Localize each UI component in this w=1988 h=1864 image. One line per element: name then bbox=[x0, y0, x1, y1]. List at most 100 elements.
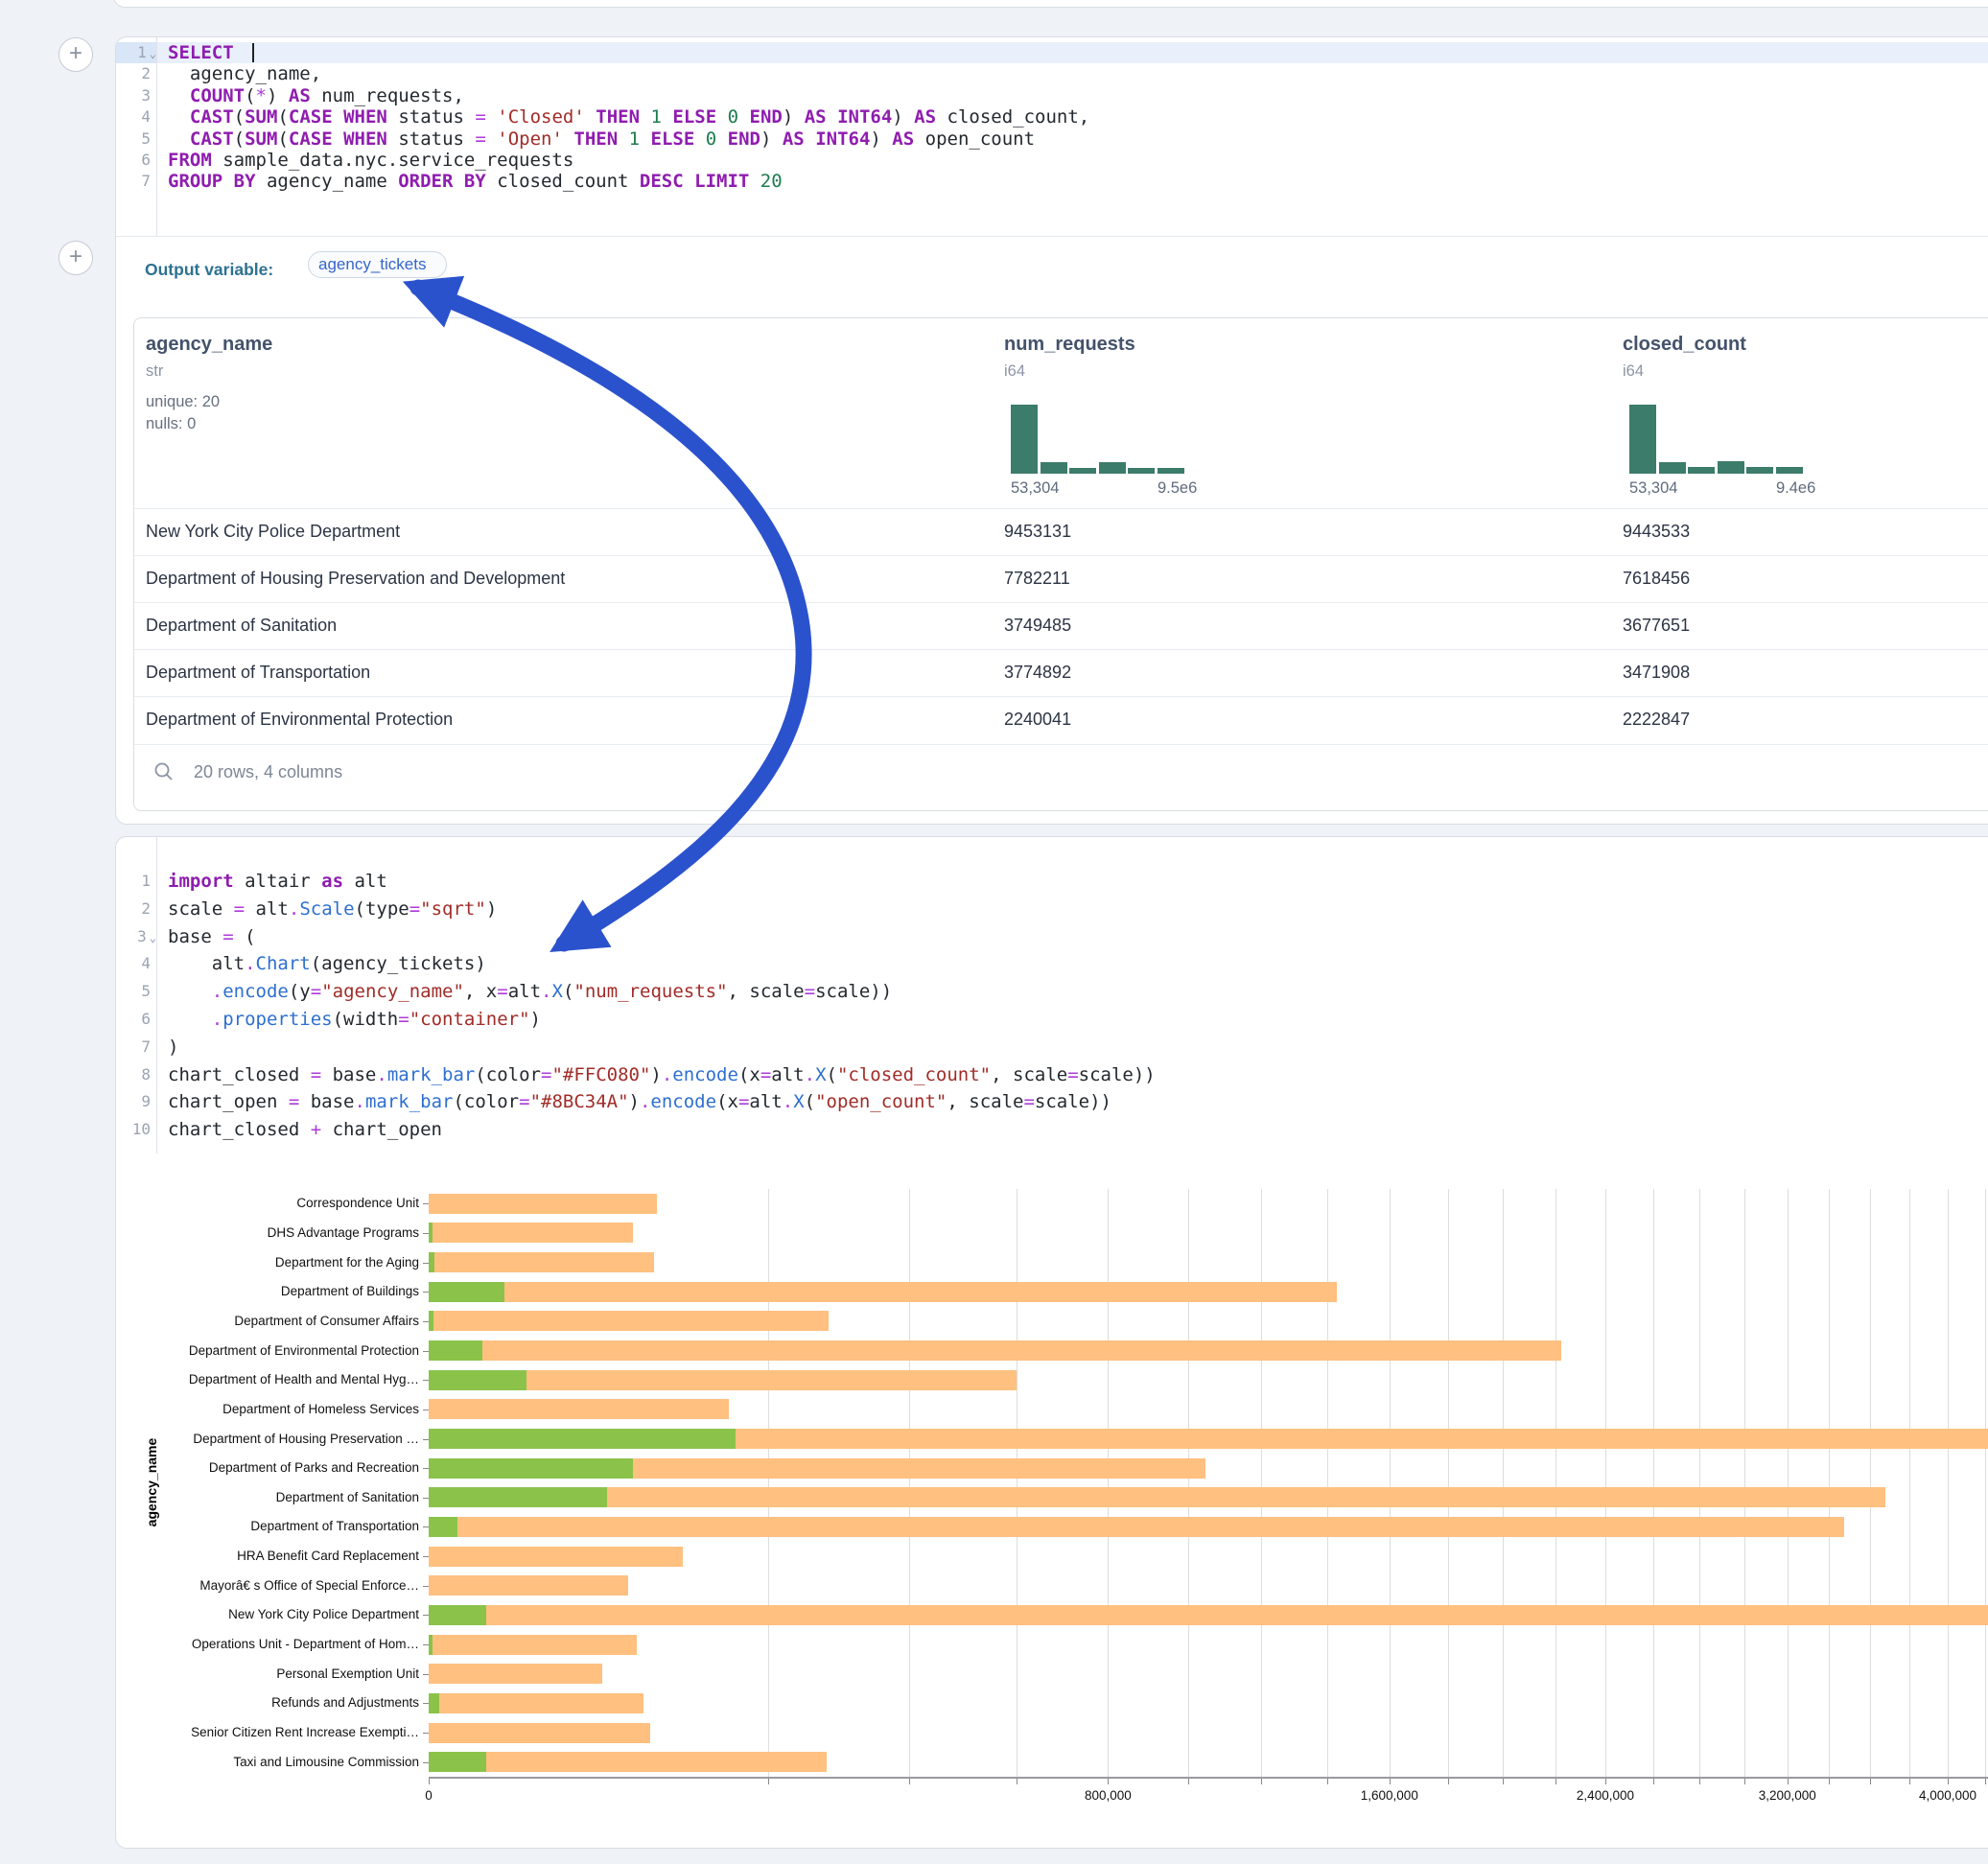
code-line[interactable]: alt.Chart(agency_tickets) bbox=[168, 950, 486, 978]
output-variable-chip[interactable]: agency_tickets bbox=[308, 251, 447, 278]
table-row[interactable]: New York City Police Department945313194… bbox=[134, 508, 1988, 555]
table-row[interactable]: Department of Transportation377489234719… bbox=[134, 649, 1988, 696]
column-name[interactable]: closed_count bbox=[1623, 334, 1746, 356]
bar-closed-count[interactable] bbox=[429, 1635, 637, 1655]
bar-closed-count[interactable] bbox=[429, 1605, 1988, 1625]
code-token: (x bbox=[738, 1064, 760, 1085]
bar-open-count[interactable] bbox=[429, 1635, 433, 1655]
code-line[interactable]: FROM sample_data.nyc.service_requests bbox=[168, 150, 573, 171]
histogram-bar[interactable] bbox=[1688, 467, 1715, 474]
fold-chevron-icon[interactable]: ⌄ bbox=[150, 47, 156, 60]
code-token: encode bbox=[222, 981, 289, 1002]
gridline bbox=[1653, 1189, 1654, 1777]
sql-code-editor[interactable]: 1⌄SELECT 2 agency_name,3 COUNT(*) AS num… bbox=[116, 37, 1988, 236]
histogram-bar[interactable] bbox=[1746, 467, 1773, 474]
bar-open-count[interactable] bbox=[429, 1752, 486, 1772]
code-line[interactable]: .properties(width="container") bbox=[168, 1006, 541, 1034]
code-token: = bbox=[1023, 1091, 1034, 1112]
bar-open-count[interactable] bbox=[429, 1605, 486, 1625]
histogram-bar[interactable] bbox=[1041, 462, 1067, 474]
bar-open-count[interactable] bbox=[429, 1252, 434, 1272]
bar-open-count[interactable] bbox=[429, 1517, 457, 1537]
add-cell-button-output[interactable]: + bbox=[58, 241, 93, 275]
y-axis-tick bbox=[423, 1733, 429, 1734]
histogram-bar[interactable] bbox=[1158, 468, 1184, 474]
histogram-bar[interactable] bbox=[1099, 462, 1126, 474]
code-line[interactable]: .encode(y="agency_name", x=alt.X("num_re… bbox=[168, 978, 892, 1006]
code-token bbox=[716, 106, 727, 128]
table-row[interactable]: Department of Housing Preservation and D… bbox=[134, 555, 1988, 602]
search-icon[interactable] bbox=[153, 761, 175, 782]
column-type: str bbox=[146, 362, 163, 381]
bar-open-count[interactable] bbox=[429, 1370, 526, 1390]
histogram-min-label: 53,304 bbox=[1629, 479, 1677, 498]
bar-open-count[interactable] bbox=[429, 1311, 433, 1331]
bar-closed-count[interactable] bbox=[429, 1752, 827, 1772]
code-line[interactable]: COUNT(*) AS num_requests, bbox=[168, 85, 464, 106]
code-line[interactable]: CAST(SUM(CASE WHEN status = 'Closed' THE… bbox=[168, 106, 1089, 128]
bar-open-count[interactable] bbox=[429, 1458, 633, 1479]
code-line[interactable]: SELECT bbox=[168, 42, 254, 63]
code-token: = bbox=[234, 898, 245, 920]
histogram-bar[interactable] bbox=[1011, 405, 1038, 474]
code-line[interactable]: ) bbox=[168, 1034, 178, 1061]
code-line[interactable]: base = ( bbox=[168, 923, 256, 951]
cell-agency-name: Department of Sanitation bbox=[146, 616, 337, 636]
bar-closed-count[interactable] bbox=[429, 1517, 1844, 1537]
bar-closed-count[interactable] bbox=[429, 1399, 729, 1419]
table-row[interactable]: Department of Environmental Protection22… bbox=[134, 696, 1988, 743]
line-number: 7 bbox=[116, 171, 151, 192]
histogram-bar[interactable] bbox=[1776, 467, 1803, 474]
code-token: = bbox=[541, 1064, 551, 1085]
histogram-bar[interactable] bbox=[1128, 468, 1155, 474]
code-line[interactable]: import altair as alt bbox=[168, 868, 387, 896]
code-line[interactable]: scale = alt.Scale(type="sqrt") bbox=[168, 896, 497, 923]
bar-closed-count[interactable] bbox=[429, 1723, 650, 1743]
y-axis-label: Refunds and Adjustments bbox=[126, 1695, 419, 1710]
histogram-bar[interactable] bbox=[1718, 461, 1744, 474]
code-line[interactable]: chart_open = base.mark_bar(color="#8BC34… bbox=[168, 1088, 1111, 1116]
bar-open-count[interactable] bbox=[429, 1693, 439, 1713]
fold-chevron-icon[interactable]: ⌄ bbox=[150, 931, 156, 944]
code-line[interactable]: chart_closed + chart_open bbox=[168, 1116, 442, 1144]
output-variable-label: Output variable: bbox=[145, 260, 273, 280]
code-line[interactable]: GROUP BY agency_name ORDER BY closed_cou… bbox=[168, 171, 783, 192]
python-code-editor[interactable]: 1import altair as alt2scale = alt.Scale(… bbox=[116, 837, 1988, 1153]
code-token: agency_name, bbox=[168, 63, 321, 84]
bar-closed-count[interactable] bbox=[429, 1252, 654, 1272]
bar-closed-count[interactable] bbox=[429, 1664, 602, 1684]
bar-open-count[interactable] bbox=[429, 1223, 433, 1243]
bar-closed-count[interactable] bbox=[429, 1223, 633, 1243]
bar-open-count[interactable] bbox=[429, 1487, 607, 1507]
bar-closed-count[interactable] bbox=[429, 1340, 1561, 1361]
python-cell: 1import altair as alt2scale = alt.Scale(… bbox=[115, 836, 1988, 1849]
bar-closed-count[interactable] bbox=[429, 1194, 657, 1214]
code-line[interactable]: CAST(SUM(CASE WHEN status = 'Open' THEN … bbox=[168, 128, 1035, 150]
code-token: . bbox=[289, 898, 299, 920]
histogram-bar[interactable] bbox=[1069, 468, 1096, 474]
code-token: status bbox=[387, 128, 476, 150]
bar-closed-count[interactable] bbox=[429, 1575, 628, 1596]
column-name[interactable]: num_requests bbox=[1004, 334, 1135, 356]
bar-open-count[interactable] bbox=[429, 1340, 482, 1361]
bar-open-count[interactable] bbox=[429, 1282, 504, 1302]
bar-open-count[interactable] bbox=[429, 1429, 736, 1449]
column-name[interactable]: agency_name bbox=[146, 334, 272, 356]
cell-closed-count: 3677651 bbox=[1623, 616, 1690, 636]
add-cell-button-top[interactable]: + bbox=[58, 37, 93, 72]
x-axis-tick bbox=[1948, 1779, 1949, 1784]
bar-closed-count[interactable] bbox=[429, 1487, 1885, 1507]
histogram-bar[interactable] bbox=[1659, 462, 1686, 474]
code-token: ELSE bbox=[651, 128, 695, 150]
bar-closed-count[interactable] bbox=[429, 1693, 643, 1713]
table-row[interactable]: Department of Sanitation 3749485 3677651 bbox=[134, 602, 1988, 649]
bar-closed-count[interactable] bbox=[429, 1282, 1337, 1302]
code-line[interactable]: agency_name, bbox=[168, 63, 321, 84]
code-line[interactable]: chart_closed = base.mark_bar(color="#FFC… bbox=[168, 1061, 1156, 1089]
cell-num-requests: 3749485 bbox=[1004, 616, 1071, 636]
y-axis-label: DHS Advantage Programs bbox=[126, 1225, 419, 1240]
bar-closed-count[interactable] bbox=[429, 1311, 829, 1331]
code-token: = bbox=[289, 1091, 299, 1112]
histogram-bar[interactable] bbox=[1629, 405, 1656, 474]
bar-closed-count[interactable] bbox=[429, 1547, 683, 1567]
